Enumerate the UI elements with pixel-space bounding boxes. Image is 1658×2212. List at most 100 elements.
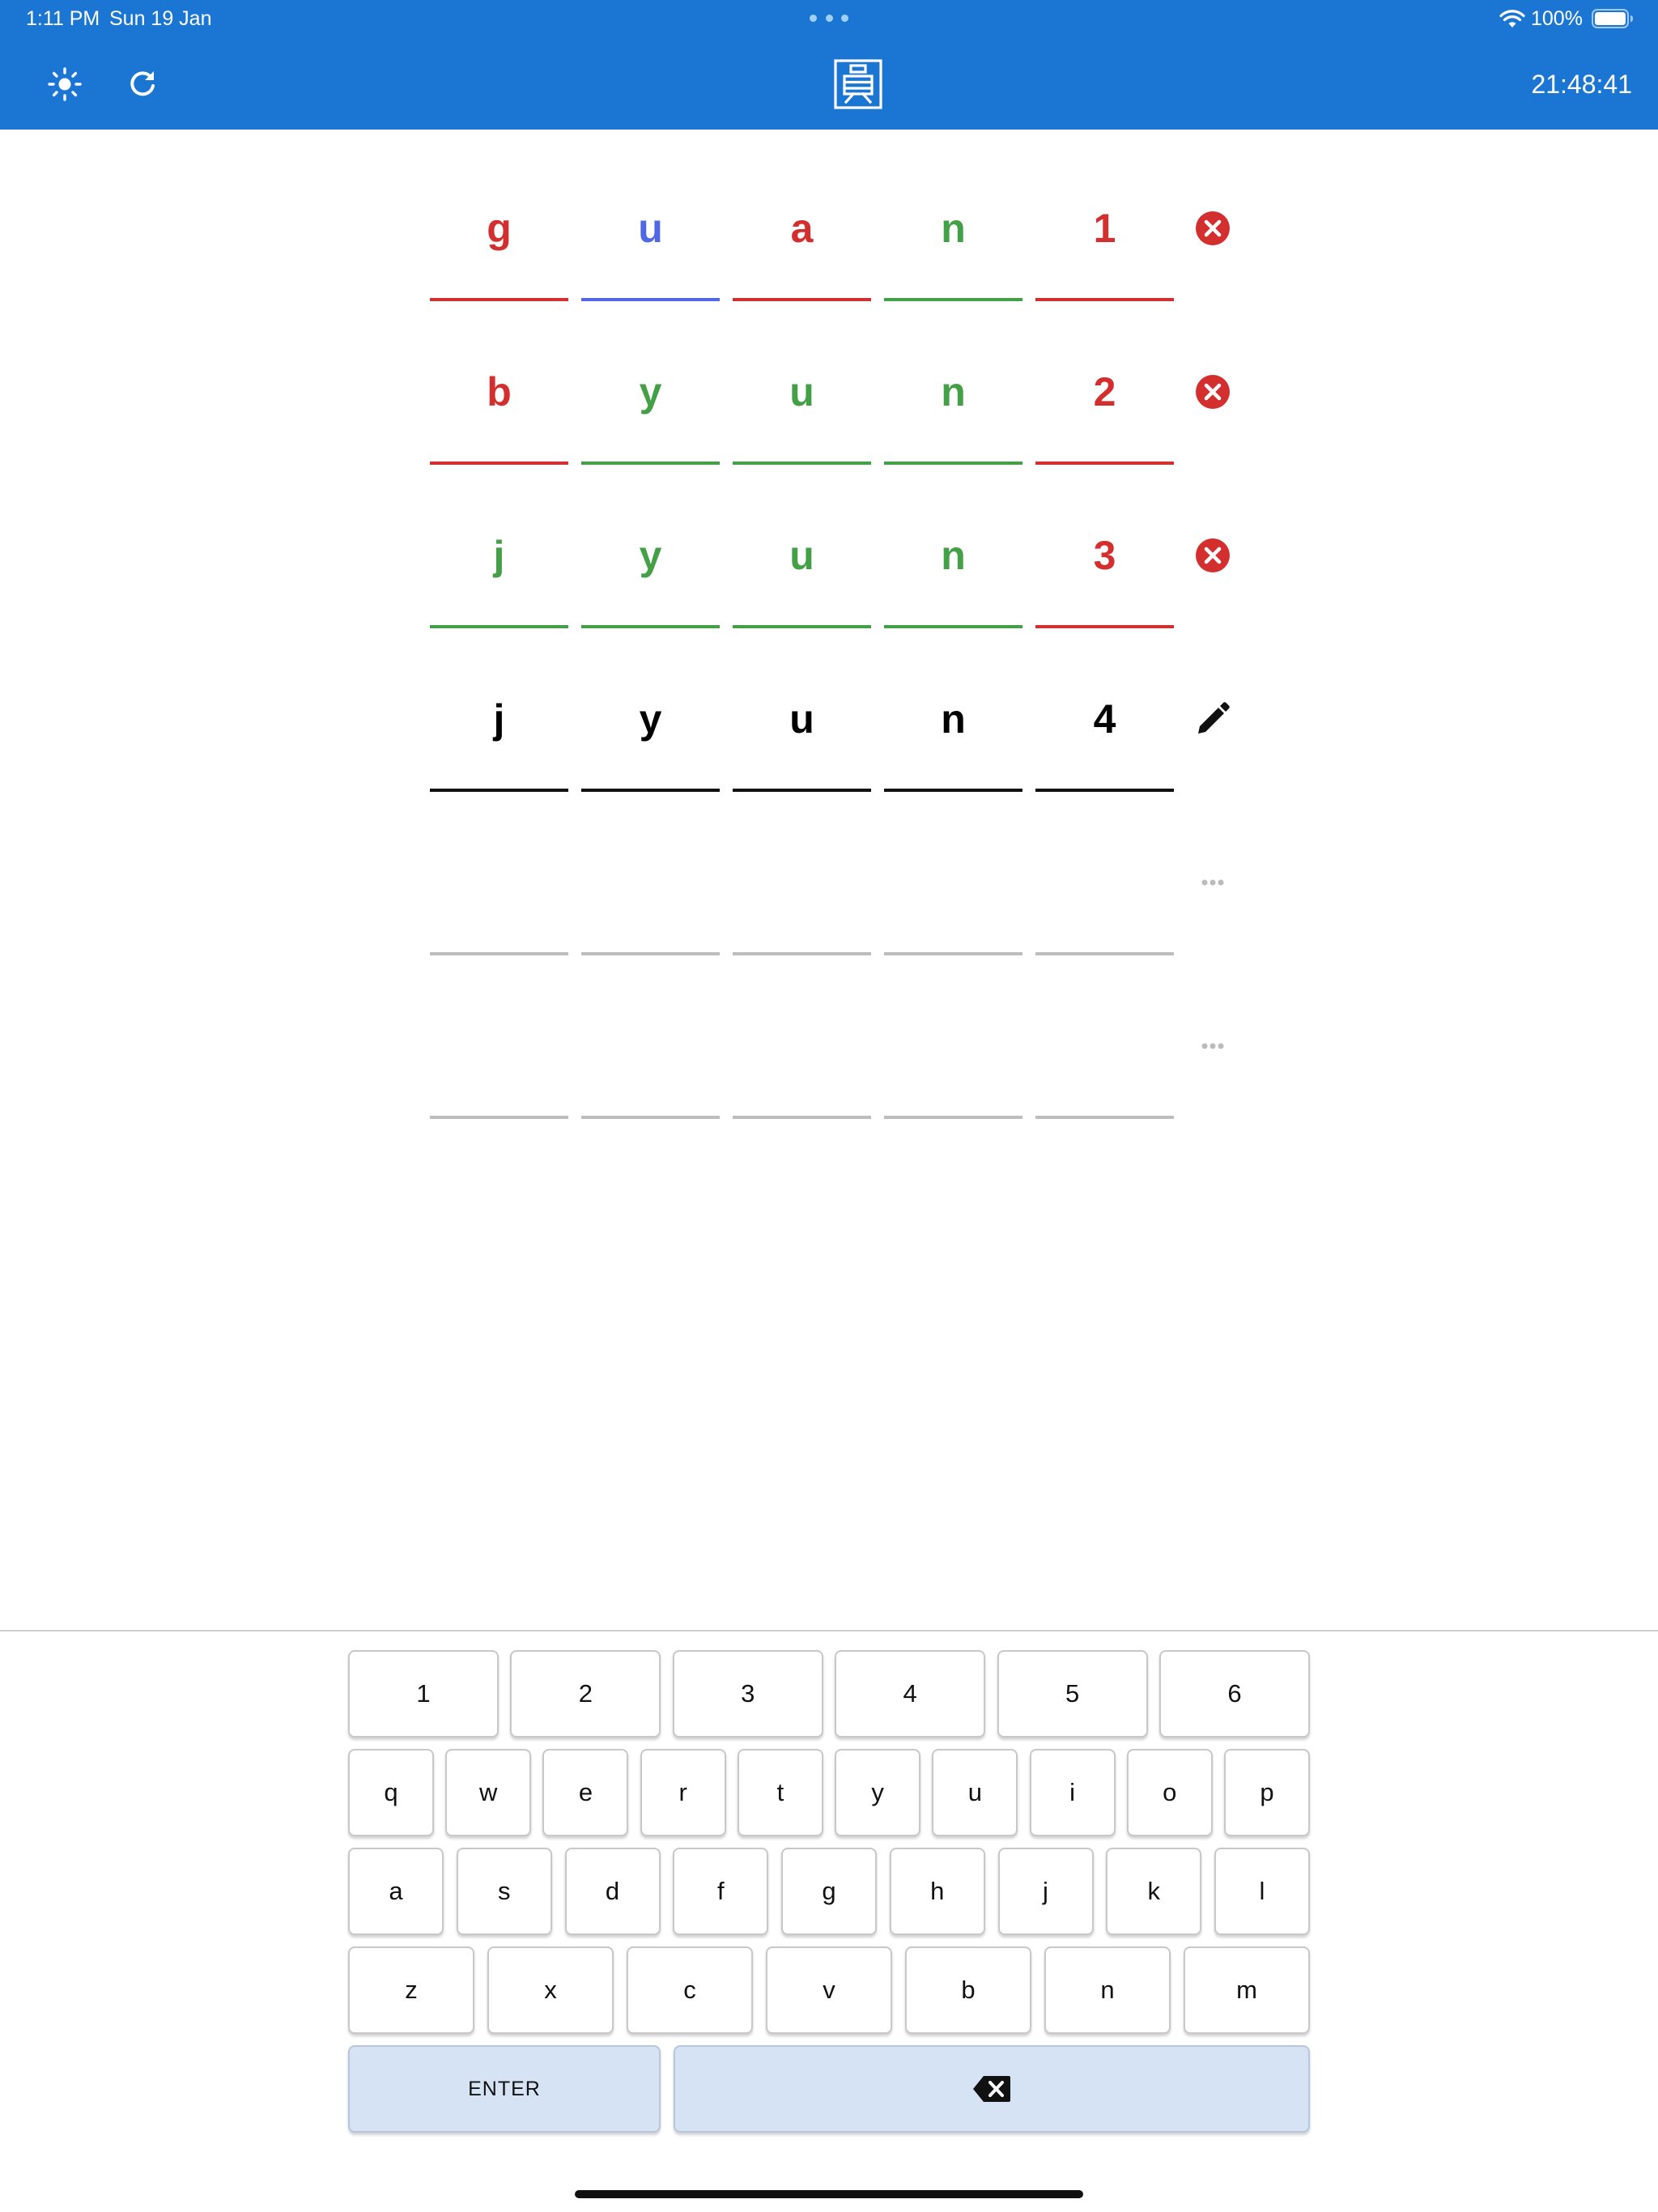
- letter-cell: 3: [1035, 507, 1174, 628]
- cell-letter: 1: [1093, 206, 1116, 251]
- row-status: [1193, 1027, 1232, 1066]
- guess-row: g u a n 1: [430, 180, 1239, 343]
- letter-cell: [430, 998, 568, 1119]
- letter-cell: u: [733, 670, 871, 792]
- key-i[interactable]: i: [1029, 1749, 1116, 1836]
- key-3[interactable]: 3: [672, 1650, 823, 1738]
- key-2[interactable]: 2: [510, 1650, 661, 1738]
- cell-letter: n: [941, 696, 966, 742]
- cell-letter: a: [790, 206, 814, 251]
- guess-row: j y u n 3: [430, 507, 1239, 670]
- guess-board: g u a n 1 b y u n 2 j y u n 3 j y u n 4: [430, 180, 1239, 1161]
- key-x[interactable]: x: [487, 1946, 614, 2034]
- cell-letter: n: [941, 369, 966, 415]
- keyboard-divider: [0, 1630, 1658, 1631]
- letter-cell: 4: [1035, 670, 1174, 792]
- letter-cell: [581, 834, 720, 955]
- key-5[interactable]: 5: [997, 1650, 1148, 1738]
- key-6[interactable]: 6: [1158, 1650, 1310, 1738]
- letter-cell: 2: [1035, 343, 1174, 465]
- letter-cell: [733, 998, 871, 1119]
- key-s[interactable]: s: [456, 1848, 552, 1935]
- letter-cell: [884, 998, 1022, 1119]
- key-c[interactable]: c: [627, 1946, 753, 2034]
- row-status[interactable]: [1193, 700, 1232, 738]
- keyboard-row: zxcvbnm: [348, 1946, 1310, 2034]
- cell-letter: n: [941, 533, 966, 578]
- more-horizontal-icon: [1201, 879, 1224, 886]
- key-u[interactable]: u: [932, 1749, 1018, 1836]
- row-status: [1193, 536, 1232, 575]
- guess-row: [430, 834, 1239, 998]
- key-n[interactable]: n: [1044, 1946, 1171, 2034]
- letter-cell: [430, 834, 568, 955]
- key-t[interactable]: t: [737, 1749, 823, 1836]
- key-m[interactable]: m: [1184, 1946, 1310, 2034]
- key-e[interactable]: e: [542, 1749, 629, 1836]
- status-time: 1:11 PM: [26, 7, 100, 30]
- key-d[interactable]: d: [564, 1848, 661, 1935]
- game-timer: 21:48:41: [1531, 70, 1632, 99]
- enter-key[interactable]: ENTER: [348, 2045, 661, 2133]
- keyboard-action-row: ENTER: [348, 2045, 1310, 2133]
- backspace-icon: [973, 2076, 1010, 2102]
- key-z[interactable]: z: [348, 1946, 474, 2034]
- letter-cell: y: [581, 343, 720, 465]
- cell-letter: u: [789, 696, 814, 742]
- keyboard-row: qwertyuiop: [348, 1749, 1310, 1836]
- cell-letter: u: [789, 369, 814, 415]
- cell-letter: y: [639, 696, 662, 742]
- cell-letter: y: [639, 369, 662, 415]
- cell-letter: g: [487, 206, 512, 251]
- key-k[interactable]: k: [1106, 1848, 1202, 1935]
- app-root: 1:11 PM Sun 19 Jan 100% 21:48:41 g u a n…: [0, 0, 1658, 2212]
- close-circle-icon: [1196, 211, 1230, 245]
- key-g[interactable]: g: [781, 1848, 877, 1935]
- letter-cell: [884, 834, 1022, 955]
- theme-toggle-button[interactable]: [39, 58, 91, 110]
- key-b[interactable]: b: [905, 1946, 1031, 2034]
- keyboard-row: asdfghjkl: [348, 1848, 1310, 1935]
- key-q[interactable]: q: [348, 1749, 434, 1836]
- letter-cell: y: [581, 507, 720, 628]
- row-status: [1193, 372, 1232, 411]
- letter-cell: j: [430, 507, 568, 628]
- key-o[interactable]: o: [1126, 1749, 1213, 1836]
- letter-cell: j: [430, 670, 568, 792]
- keyboard-row: 123456: [348, 1650, 1310, 1738]
- key-l[interactable]: l: [1214, 1848, 1310, 1935]
- letter-cell: [1035, 834, 1174, 955]
- key-j[interactable]: j: [997, 1848, 1094, 1935]
- key-p[interactable]: p: [1223, 1749, 1310, 1836]
- key-w[interactable]: w: [445, 1749, 532, 1836]
- key-h[interactable]: h: [889, 1848, 985, 1935]
- row-status: [1193, 209, 1232, 248]
- battery-icon: [1592, 9, 1633, 28]
- key-4[interactable]: 4: [835, 1650, 986, 1738]
- letter-cell: n: [884, 343, 1022, 465]
- letter-cell: n: [884, 180, 1022, 301]
- key-r[interactable]: r: [640, 1749, 726, 1836]
- wifi-icon: [1499, 10, 1525, 28]
- cell-letter: j: [493, 696, 505, 742]
- key-a[interactable]: a: [348, 1848, 444, 1935]
- backspace-key[interactable]: [674, 2045, 1310, 2133]
- battery-percentage: 100%: [1531, 7, 1583, 30]
- cell-letter: n: [941, 206, 966, 251]
- key-1[interactable]: 1: [348, 1650, 499, 1738]
- app-bar: 1:11 PM Sun 19 Jan 100% 21:48:41: [0, 0, 1658, 130]
- key-v[interactable]: v: [766, 1946, 892, 2034]
- letter-cell: [581, 998, 720, 1119]
- home-indicator[interactable]: [575, 2190, 1083, 2198]
- cell-letter: u: [789, 533, 814, 578]
- key-f[interactable]: f: [673, 1848, 769, 1935]
- multitasking-dots-icon[interactable]: [810, 15, 848, 23]
- refresh-button[interactable]: [117, 58, 168, 110]
- letter-cell: a: [733, 180, 871, 301]
- letter-cell: n: [884, 670, 1022, 792]
- letter-cell: g: [430, 180, 568, 301]
- cell-letter: 4: [1093, 696, 1116, 742]
- on-screen-keyboard: 123456 qwertyuiop asdfghjkl zxcvbnm ENTE…: [348, 1650, 1310, 2144]
- letter-cell: u: [733, 343, 871, 465]
- key-y[interactable]: y: [835, 1749, 921, 1836]
